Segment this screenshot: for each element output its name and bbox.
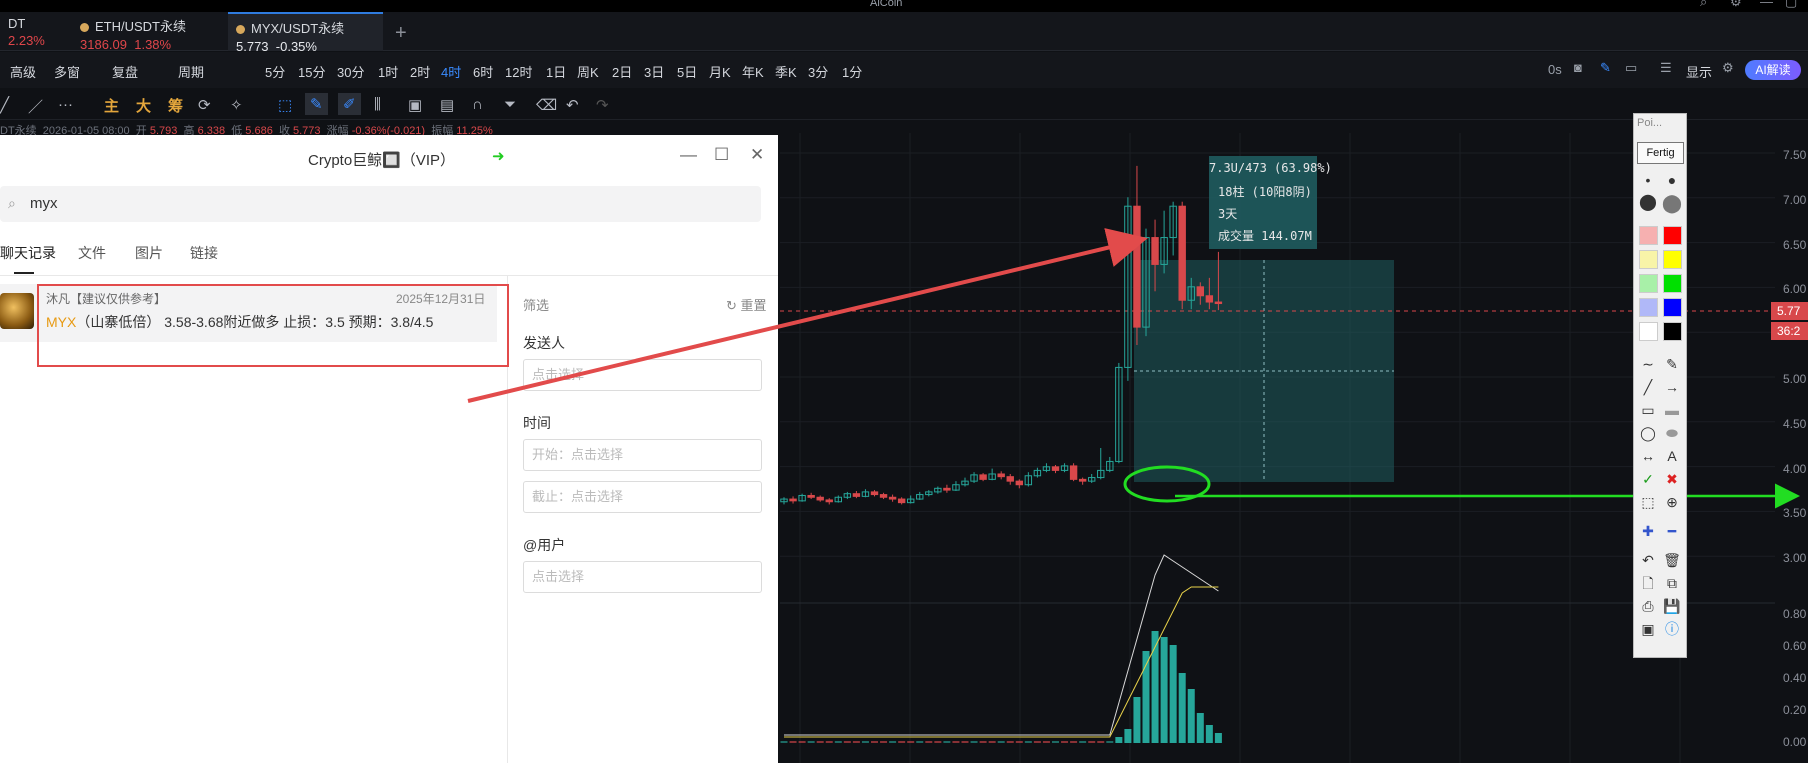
marker-icon[interactable]: ✎	[1660, 354, 1684, 374]
copy-icon[interactable]: ⧉	[1660, 573, 1684, 593]
info-icon[interactable]: ⓘ	[1660, 619, 1684, 639]
color-swatch[interactable]	[1639, 274, 1658, 293]
new-page-icon[interactable]: 🗋	[1636, 573, 1660, 593]
color-swatch[interactable]	[1663, 298, 1682, 317]
color-swatch[interactable]	[1663, 226, 1682, 245]
filled-rect-icon[interactable]: ▬	[1660, 400, 1684, 420]
crop-icon[interactable]: ⬚	[1636, 492, 1660, 512]
save-icon[interactable]: 💾	[1660, 596, 1684, 616]
plus-icon[interactable]: ✚	[1636, 521, 1660, 541]
rect-icon[interactable]: ▭	[1636, 400, 1660, 420]
ellipse-icon[interactable]: ◯	[1636, 423, 1660, 443]
text-tool-icon[interactable]: A	[1660, 446, 1684, 466]
undo-icon[interactable]: ↶	[1636, 550, 1660, 570]
drawing-palette: Poi... Fertig • ● ⬤ ⬤ ∼ ✎ ╱ → ▭ ▬ ◯ ⬬ ↔ …	[1633, 113, 1687, 658]
xlarge-dot-icon[interactable]: ⬤	[1660, 193, 1684, 213]
print-icon[interactable]: ⎙	[1636, 596, 1660, 616]
double-arrow-icon[interactable]: ↔	[1636, 446, 1660, 466]
large-dot-icon[interactable]: ⬤	[1636, 193, 1660, 213]
palette-title: Poi...	[1637, 117, 1663, 129]
image-icon[interactable]: ▣	[1636, 619, 1660, 639]
freehand-icon[interactable]: ∼	[1636, 354, 1660, 374]
filled-ellipse-icon[interactable]: ⬬	[1660, 423, 1684, 443]
small-dot-icon[interactable]: •	[1636, 170, 1660, 190]
medium-dot-icon[interactable]: ●	[1660, 170, 1684, 190]
annotation-layer	[467, 228, 1800, 509]
arrow-tool-icon[interactable]: →	[1660, 377, 1684, 397]
color-swatch[interactable]	[1639, 298, 1658, 317]
color-swatch[interactable]	[1663, 250, 1682, 269]
color-swatch[interactable]	[1663, 274, 1682, 293]
color-swatch[interactable]	[1639, 226, 1658, 245]
color-swatch[interactable]	[1639, 322, 1658, 341]
color-swatch[interactable]	[1663, 322, 1682, 341]
check-icon[interactable]: ✓	[1636, 469, 1660, 489]
line-tool-icon[interactable]: ╱	[1636, 377, 1660, 397]
done-button[interactable]: Fertig	[1637, 142, 1684, 164]
trash-icon[interactable]: 🗑	[1660, 550, 1684, 570]
zoom-icon[interactable]: ⊕	[1660, 492, 1684, 512]
color-swatch[interactable]	[1639, 250, 1658, 269]
cross-icon[interactable]: ✖	[1660, 469, 1684, 489]
red-arrow	[467, 228, 1148, 403]
minus-icon[interactable]: ━	[1660, 521, 1684, 541]
